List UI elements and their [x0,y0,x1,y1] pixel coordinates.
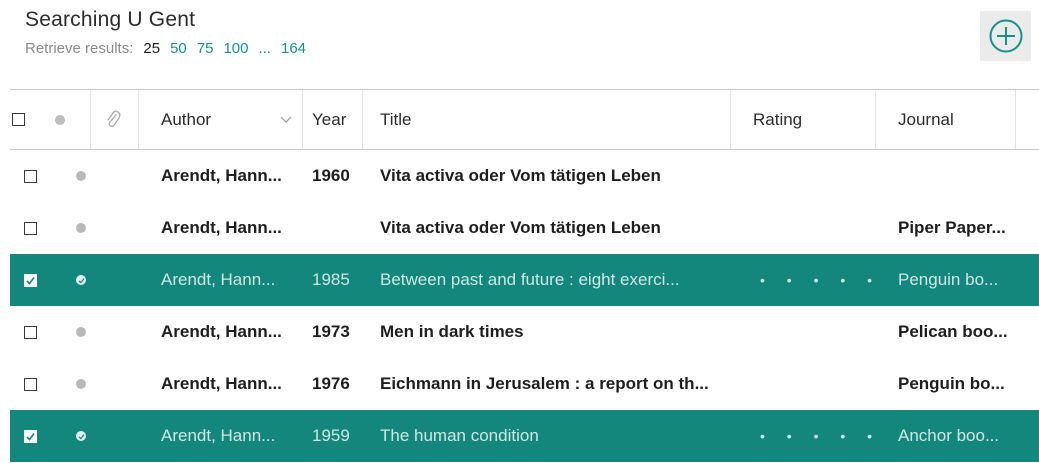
table-row[interactable]: Arendt, Hann... 1973 Men in dark times P… [10,306,1039,358]
title-cell: Vita activa oder Vom tätigen Leben [380,166,661,185]
retrieve-option-50[interactable]: 50 [170,40,187,57]
retrieve-option-164[interactable]: 164 [281,40,306,57]
year-cell: 1976 [312,374,350,393]
row-checkbox[interactable] [24,254,37,306]
author-cell: Arendt, Hann... [161,270,276,289]
read-status-dot[interactable] [76,202,86,254]
add-button[interactable] [980,11,1031,61]
journal-cell: Penguin bo... [898,374,1005,393]
year-cell: 1973 [312,322,350,341]
read-status-dot[interactable] [76,410,86,462]
attachment-column-icon[interactable] [105,90,121,149]
retrieve-results-label: Retrieve results: [25,40,134,57]
read-status-dot[interactable] [76,254,86,306]
check-icon [78,277,84,283]
author-cell: Arendt, Hann... [161,322,282,341]
retrieve-option-25[interactable]: 25 [143,40,160,57]
journal-cell: Penguin bo... [898,270,999,289]
retrieve-option-100[interactable]: 100 [223,40,248,57]
title-cell: Eichmann in Jerusalem : a report on th..… [380,374,709,393]
year-cell: 1960 [312,166,350,185]
row-checkbox[interactable] [24,202,37,254]
column-journal[interactable]: Journal [898,90,954,149]
author-cell: Arendt, Hann... [161,166,282,185]
chevron-down-icon [280,116,292,123]
results-table: Author Year Title Rating Journal Arendt,… [10,89,1039,462]
search-header: Searching U Gent Retrieve results: 25 50… [25,8,306,57]
table-row[interactable]: Arendt, Hann... 1960 Vita activa oder Vo… [10,150,1039,202]
read-status-dot[interactable] [76,358,86,410]
year-cell: 1985 [312,270,350,289]
column-title[interactable]: Title [380,90,412,149]
select-all-checkbox[interactable] [12,90,25,149]
author-sort-chevron-icon[interactable] [280,90,292,149]
row-checkbox[interactable] [24,306,37,358]
page-title: Searching U Gent [25,8,196,31]
author-cell: Arendt, Hann... [161,374,282,393]
title-cell: The human condition [380,426,539,445]
year-cell: 1959 [312,426,350,445]
author-cell: Arendt, Hann... [161,426,276,445]
table-row[interactable]: Arendt, Hann... 1976 Eichmann in Jerusal… [10,358,1039,410]
plus-circle-icon [989,19,1022,53]
author-cell: Arendt, Hann... [161,218,282,237]
rating-cell[interactable]: • • • • • [760,254,881,306]
column-author[interactable]: Author [161,90,211,149]
title-cell: Vita activa oder Vom tätigen Leben [380,218,661,237]
paperclip-icon [107,110,121,127]
column-rating[interactable]: Rating [753,90,802,149]
check-icon [78,433,84,439]
row-checkbox[interactable] [24,358,37,410]
journal-cell: Pelican boo... [898,322,1008,341]
title-cell: Men in dark times [380,322,524,341]
checkmark-icon [26,432,35,441]
table-header: Author Year Title Rating Journal [10,89,1039,150]
row-checkbox[interactable] [24,150,37,202]
retrieve-ellipsis: ... [258,40,271,57]
checkmark-icon [26,276,35,285]
retrieve-results-bar: Retrieve results: 25 50 75 100 ... 164 [25,40,306,57]
column-year[interactable]: Year [312,90,346,149]
journal-cell [898,150,1018,202]
title-cell: Between past and future : eight exerci..… [380,270,680,289]
table-row[interactable]: Arendt, Hann... 1985 Between past and fu… [10,254,1039,306]
read-status-dot[interactable] [76,306,86,358]
journal-cell: Anchor boo... [898,426,1000,445]
read-status-column-icon[interactable] [55,90,65,149]
read-status-dot[interactable] [76,150,86,202]
retrieve-option-75[interactable]: 75 [197,40,214,57]
rating-cell[interactable]: • • • • • [760,410,881,462]
journal-cell: Piper Paper... [898,218,1006,237]
row-checkbox[interactable] [24,410,37,462]
table-row[interactable]: Arendt, Hann... Vita activa oder Vom tät… [10,202,1039,254]
table-row[interactable]: Arendt, Hann... 1959 The human condition… [10,410,1039,462]
